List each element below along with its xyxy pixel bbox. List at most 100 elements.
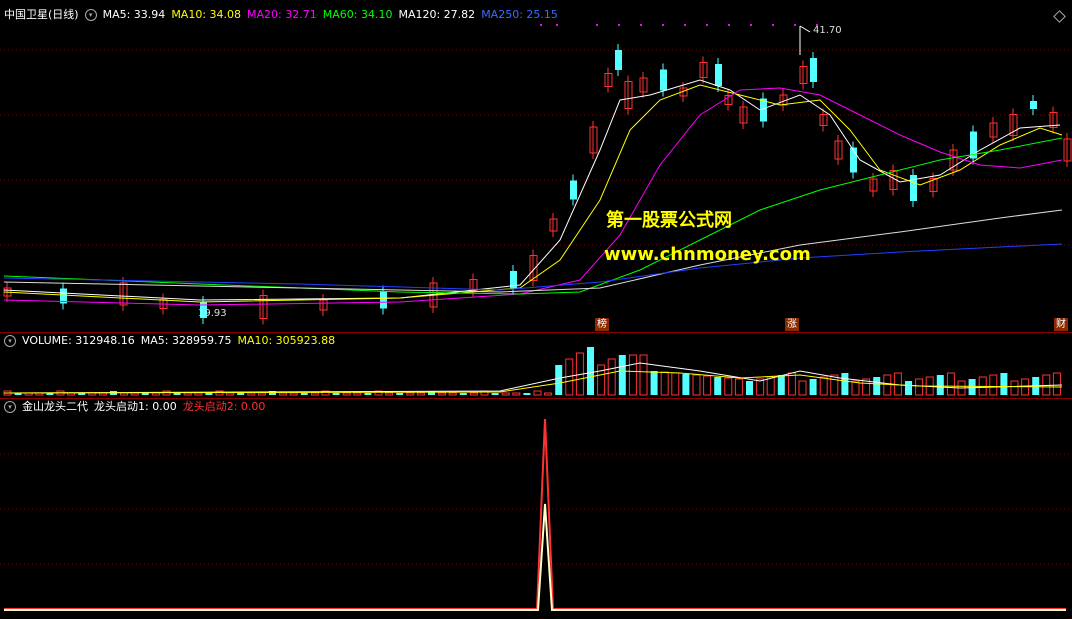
- price-chart[interactable]: [0, 0, 1072, 332]
- volume-bar: [385, 392, 394, 396]
- volume-bar: [353, 392, 362, 396]
- volume-bar: [639, 354, 648, 396]
- volume-bar: [883, 374, 892, 396]
- volume-bar: [587, 347, 594, 395]
- volume-bar: [332, 393, 340, 395]
- watermark-title: 第一股票公式网: [606, 210, 732, 231]
- volume-ma10: MA10: 305923.88: [237, 334, 336, 347]
- collapse-icon[interactable]: ▾: [4, 335, 16, 347]
- volume-bar: [194, 392, 203, 396]
- volume-bar: [682, 374, 690, 395]
- volume-bar: [459, 393, 467, 395]
- volume-bar: [300, 393, 308, 395]
- candle-body: [660, 69, 667, 91]
- volume-bar: [819, 376, 828, 396]
- tag-cai[interactable]: 财: [1054, 318, 1068, 331]
- signal-dot: [556, 24, 558, 26]
- ma120-label: MA120: 27.82: [398, 8, 476, 21]
- volume-bar: [946, 372, 955, 396]
- volume-bar: [396, 393, 404, 395]
- volume-bar: [787, 372, 796, 396]
- volume-bar: [364, 393, 372, 395]
- volume-bar: [279, 392, 288, 396]
- signal-dot: [662, 24, 664, 26]
- volume-bar: [915, 378, 924, 396]
- high-price-label: 41.70: [813, 25, 842, 36]
- volume-bar: [1052, 372, 1061, 396]
- volume-bar: [406, 392, 415, 396]
- volume-bar: [830, 374, 839, 396]
- candle-body: [570, 180, 577, 200]
- volume-bar: [618, 355, 626, 395]
- volume-bar: [936, 375, 944, 395]
- tag-zhang[interactable]: 涨: [785, 318, 799, 331]
- volume-bar: [151, 392, 160, 396]
- volume-bar: [724, 377, 733, 396]
- price-header: 中国卫星(日线) ▾ MA5: 33.94 MA10: 34.08 MA20: 32.7…: [4, 8, 564, 22]
- signal-dot: [540, 24, 542, 26]
- candle-body: [715, 64, 722, 86]
- volume-bar: [660, 371, 669, 396]
- volume-bar: [130, 392, 139, 396]
- volume-bar: [692, 374, 701, 396]
- ma250-label: MA250: 25.15: [481, 8, 558, 21]
- candle-body: [380, 291, 387, 309]
- volume-bar: [257, 392, 266, 396]
- collapse-icon[interactable]: ▾: [84, 9, 97, 21]
- collapse-icon[interactable]: ▾: [4, 401, 16, 413]
- volume-bar: [597, 364, 606, 396]
- volume-pane[interactable]: ▾ VOLUME: 312948.16 MA5: 328959.75 MA10: 30…: [0, 333, 1072, 398]
- volume-bar: [469, 392, 478, 396]
- indicator-header: ▾ 金山龙头二代 龙头启动1: 0.00 龙头启动2: 0.00: [4, 400, 271, 414]
- signal-dot: [596, 24, 598, 26]
- volume-bar: [491, 393, 499, 395]
- volume-value: VOLUME: 312948.16: [22, 334, 135, 347]
- volume-bar: [809, 379, 817, 395]
- volume-bar: [237, 393, 245, 395]
- volume-bar: [1000, 373, 1008, 395]
- volume-bar: [1010, 380, 1019, 396]
- volume-bar: [205, 393, 213, 395]
- signal-dot: [728, 24, 730, 26]
- volume-bar: [544, 392, 553, 396]
- volume-bar: [650, 371, 658, 395]
- candle-body: [810, 58, 817, 82]
- volume-bar: [734, 378, 743, 396]
- indicator-line1: 龙头启动1: 0.00: [94, 400, 177, 413]
- volume-bar: [766, 376, 775, 396]
- volume-bar: [746, 381, 753, 395]
- volume-bar: [247, 392, 256, 396]
- price-pane[interactable]: 中国卫星(日线) ▾ MA5: 33.94 MA10: 34.08 MA20: 32.7…: [0, 0, 1072, 332]
- ma5-label: MA5: 33.94: [102, 8, 166, 21]
- vol-ma10-line: [3, 370, 1063, 394]
- volume-bar: [968, 379, 976, 395]
- volume-bar: [523, 393, 531, 395]
- signal-dot: [794, 24, 796, 26]
- volume-bar: [173, 393, 181, 395]
- volume-bar: [141, 393, 149, 395]
- volume-bar: [777, 375, 785, 395]
- vol-ma5-line: [3, 362, 1063, 394]
- tag-bang[interactable]: 榜: [595, 318, 609, 331]
- ma10-label: MA10: 34.08: [171, 8, 242, 21]
- signal-dot: [618, 24, 620, 26]
- volume-header: ▾ VOLUME: 312948.16 MA5: 328959.75 MA10: 30…: [4, 334, 341, 348]
- volume-bar: [798, 380, 807, 396]
- volume-bar: [289, 392, 298, 396]
- indicator-chart[interactable]: [0, 399, 1072, 619]
- indicator-line2: 龙头启动2: 0.00: [182, 400, 266, 413]
- volume-bar: [342, 392, 351, 396]
- signal1-line: [4, 503, 1066, 611]
- signal-dot: [750, 24, 752, 26]
- candle-body: [1030, 101, 1037, 109]
- indicator-pane[interactable]: ▾ 金山龙头二代 龙头启动1: 0.00 龙头启动2: 0.00: [0, 399, 1072, 619]
- ma5-line: [3, 79, 1061, 301]
- volume-bar: [416, 392, 425, 396]
- volume-bar: [183, 392, 192, 396]
- volume-bar: [989, 374, 998, 396]
- volume-bar: [120, 392, 129, 396]
- candle-body: [615, 50, 622, 70]
- signal-dot: [772, 24, 774, 26]
- volume-bar: [905, 381, 912, 395]
- volume-bar: [310, 392, 319, 396]
